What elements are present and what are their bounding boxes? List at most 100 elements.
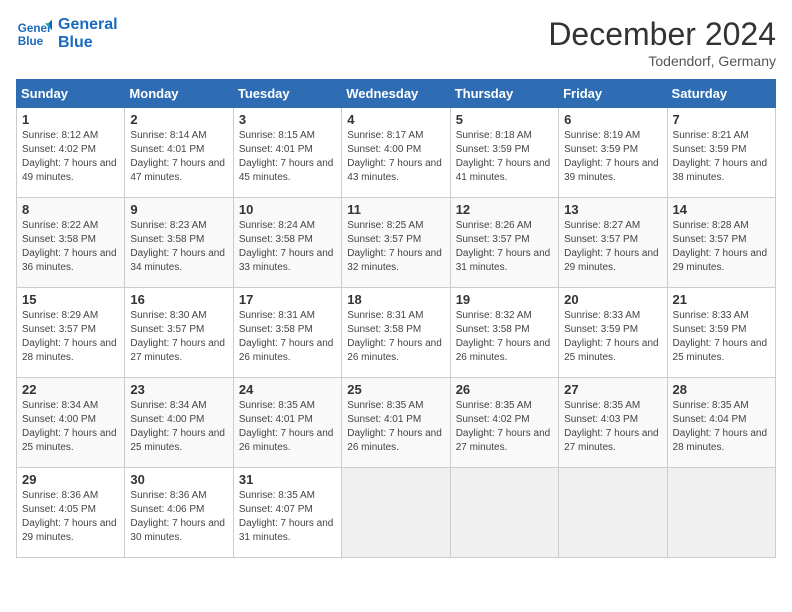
calendar-cell: 20 Sunrise: 8:33 AMSunset: 3:59 PMDayligh… xyxy=(559,288,667,378)
day-info: Sunrise: 8:35 AMSunset: 4:07 PMDaylight:… xyxy=(239,489,336,545)
calendar-cell: 17 Sunrise: 8:31 AMSunset: 3:58 PMDayligh… xyxy=(233,288,341,378)
day-number: 12 xyxy=(456,202,553,217)
location: Todendorf, Germany xyxy=(548,53,776,69)
day-info: Sunrise: 8:33 AMSunset: 3:59 PMDaylight:… xyxy=(564,309,661,365)
calendar-cell xyxy=(450,468,558,558)
day-info: Sunrise: 8:21 AMSunset: 3:59 PMDaylight:… xyxy=(673,129,770,185)
logo-line1: General xyxy=(58,16,118,34)
calendar-cell: 13 Sunrise: 8:27 AMSunset: 3:57 PMDayligh… xyxy=(559,198,667,288)
calendar-cell: 30Sunrise: 8:36 AMSunset: 4:06 PMDayligh… xyxy=(125,468,233,558)
calendar-cell: 12 Sunrise: 8:26 AMSunset: 3:57 PMDayligh… xyxy=(450,198,558,288)
day-number: 28 xyxy=(673,382,770,397)
calendar-cell: 4 Sunrise: 8:17 AMSunset: 4:00 PMDaylight… xyxy=(342,108,450,198)
day-number: 14 xyxy=(673,202,770,217)
calendar-cell: 22Sunrise: 8:34 AMSunset: 4:00 PMDayligh… xyxy=(17,378,125,468)
calendar-cell: 21Sunrise: 8:33 AMSunset: 3:59 PMDayligh… xyxy=(667,288,775,378)
calendar-cell: 16 Sunrise: 8:30 AMSunset: 3:57 PMDayligh… xyxy=(125,288,233,378)
calendar-cell: 7 Sunrise: 8:21 AMSunset: 3:59 PMDaylight… xyxy=(667,108,775,198)
day-number: 9 xyxy=(130,202,227,217)
day-info: Sunrise: 8:23 AMSunset: 3:58 PMDaylight:… xyxy=(130,219,227,275)
calendar-cell xyxy=(667,468,775,558)
day-number: 27 xyxy=(564,382,661,397)
day-info: Sunrise: 8:14 AMSunset: 4:01 PMDaylight:… xyxy=(130,129,227,185)
day-number: 20 xyxy=(564,292,661,307)
calendar-cell: 8 Sunrise: 8:22 AMSunset: 3:58 PMDaylight… xyxy=(17,198,125,288)
day-info: Sunrise: 8:17 AMSunset: 4:00 PMDaylight:… xyxy=(347,129,444,185)
day-info: Sunrise: 8:27 AMSunset: 3:57 PMDaylight:… xyxy=(564,219,661,275)
day-number: 13 xyxy=(564,202,661,217)
day-number: 29 xyxy=(22,472,119,487)
day-number: 4 xyxy=(347,112,444,127)
day-number: 19 xyxy=(456,292,553,307)
page-header: General Blue General Blue December 2024 … xyxy=(16,16,776,69)
day-info: Sunrise: 8:24 AMSunset: 3:58 PMDaylight:… xyxy=(239,219,336,275)
day-number: 11 xyxy=(347,202,444,217)
calendar-cell: 14 Sunrise: 8:28 AMSunset: 3:57 PMDayligh… xyxy=(667,198,775,288)
day-number: 3 xyxy=(239,112,336,127)
calendar-cell: 15 Sunrise: 8:29 AMSunset: 3:57 PMDayligh… xyxy=(17,288,125,378)
day-info: Sunrise: 8:30 AMSunset: 3:57 PMDaylight:… xyxy=(130,309,227,365)
calendar-cell: 11Sunrise: 8:25 AMSunset: 3:57 PMDayligh… xyxy=(342,198,450,288)
day-number: 17 xyxy=(239,292,336,307)
calendar-cell: 18Sunrise: 8:31 AMSunset: 3:58 PMDayligh… xyxy=(342,288,450,378)
day-number: 21 xyxy=(673,292,770,307)
calendar-cell: 29 Sunrise: 8:36 AMSunset: 4:05 PMDayligh… xyxy=(17,468,125,558)
day-number: 30 xyxy=(130,472,227,487)
calendar-cell: 10 Sunrise: 8:24 AMSunset: 3:58 PMDayligh… xyxy=(233,198,341,288)
day-info: Sunrise: 8:35 AMSunset: 4:02 PMDaylight:… xyxy=(456,399,553,455)
day-number: 8 xyxy=(22,202,119,217)
calendar-week-row: 29 Sunrise: 8:36 AMSunset: 4:05 PMDayligh… xyxy=(17,468,776,558)
svg-text:Blue: Blue xyxy=(18,35,44,48)
calendar-week-row: 22 Sunrise: 8:34 AMSunset: 4:00 PMDayligh… xyxy=(17,378,776,468)
day-number: 31 xyxy=(239,472,336,487)
logo-line2: Blue xyxy=(58,34,118,52)
day-info: Sunrise: 8:26 AMSunset: 3:57 PMDaylight:… xyxy=(456,219,553,275)
calendar-table: SundayMondayTuesdayWednesdayThursdayFrid… xyxy=(16,79,776,558)
day-info: Sunrise: 8:35 AMSunset: 4:03 PMDaylight:… xyxy=(564,399,661,455)
col-header-tuesday: Tuesday xyxy=(233,80,341,108)
calendar-cell: 23 Sunrise: 8:34 AMSunset: 4:00 PMDayligh… xyxy=(125,378,233,468)
day-info: Sunrise: 8:28 AMSunset: 3:57 PMDaylight:… xyxy=(673,219,770,275)
day-info: Sunrise: 8:22 AMSunset: 3:58 PMDaylight:… xyxy=(22,219,119,275)
day-info: Sunrise: 8:15 AMSunset: 4:01 PMDaylight:… xyxy=(239,129,336,185)
calendar-week-row: 15 Sunrise: 8:29 AMSunset: 3:57 PMDayligh… xyxy=(17,288,776,378)
day-number: 25 xyxy=(347,382,444,397)
day-number: 15 xyxy=(22,292,119,307)
title-block: December 2024 Todendorf, Germany xyxy=(548,16,776,69)
calendar-cell: 6Sunrise: 8:19 AMSunset: 3:59 PMDaylight… xyxy=(559,108,667,198)
calendar-body: 1 Sunrise: 8:12 AMSunset: 4:02 PMDaylight… xyxy=(17,108,776,558)
logo: General Blue General Blue xyxy=(16,16,118,52)
calendar-cell: 24Sunrise: 8:35 AMSunset: 4:01 PMDayligh… xyxy=(233,378,341,468)
day-info: Sunrise: 8:19 AMSunset: 3:59 PMDaylight:… xyxy=(564,129,661,185)
calendar-cell xyxy=(559,468,667,558)
calendar-cell: 26 Sunrise: 8:35 AMSunset: 4:02 PMDayligh… xyxy=(450,378,558,468)
calendar-week-row: 8 Sunrise: 8:22 AMSunset: 3:58 PMDaylight… xyxy=(17,198,776,288)
calendar-cell: 3 Sunrise: 8:15 AMSunset: 4:01 PMDaylight… xyxy=(233,108,341,198)
calendar-header-row: SundayMondayTuesdayWednesdayThursdayFrid… xyxy=(17,80,776,108)
day-info: Sunrise: 8:36 AMSunset: 4:05 PMDaylight:… xyxy=(22,489,119,545)
calendar-cell: 28Sunrise: 8:35 AMSunset: 4:04 PMDayligh… xyxy=(667,378,775,468)
day-info: Sunrise: 8:35 AMSunset: 4:01 PMDaylight:… xyxy=(347,399,444,455)
calendar-cell: 1 Sunrise: 8:12 AMSunset: 4:02 PMDaylight… xyxy=(17,108,125,198)
calendar-cell: 9 Sunrise: 8:23 AMSunset: 3:58 PMDaylight… xyxy=(125,198,233,288)
col-header-wednesday: Wednesday xyxy=(342,80,450,108)
col-header-thursday: Thursday xyxy=(450,80,558,108)
day-info: Sunrise: 8:29 AMSunset: 3:57 PMDaylight:… xyxy=(22,309,119,365)
day-info: Sunrise: 8:12 AMSunset: 4:02 PMDaylight:… xyxy=(22,129,119,185)
day-number: 16 xyxy=(130,292,227,307)
col-header-monday: Monday xyxy=(125,80,233,108)
day-number: 7 xyxy=(673,112,770,127)
calendar-cell: 25 Sunrise: 8:35 AMSunset: 4:01 PMDayligh… xyxy=(342,378,450,468)
day-number: 22 xyxy=(22,382,119,397)
day-number: 10 xyxy=(239,202,336,217)
day-number: 26 xyxy=(456,382,553,397)
day-info: Sunrise: 8:34 AMSunset: 4:00 PMDaylight:… xyxy=(130,399,227,455)
col-header-sunday: Sunday xyxy=(17,80,125,108)
day-number: 5 xyxy=(456,112,553,127)
day-info: Sunrise: 8:35 AMSunset: 4:01 PMDaylight:… xyxy=(239,399,336,455)
day-info: Sunrise: 8:31 AMSunset: 3:58 PMDaylight:… xyxy=(239,309,336,365)
day-number: 23 xyxy=(130,382,227,397)
month-title: December 2024 xyxy=(548,16,776,53)
calendar-week-row: 1 Sunrise: 8:12 AMSunset: 4:02 PMDaylight… xyxy=(17,108,776,198)
day-number: 1 xyxy=(22,112,119,127)
